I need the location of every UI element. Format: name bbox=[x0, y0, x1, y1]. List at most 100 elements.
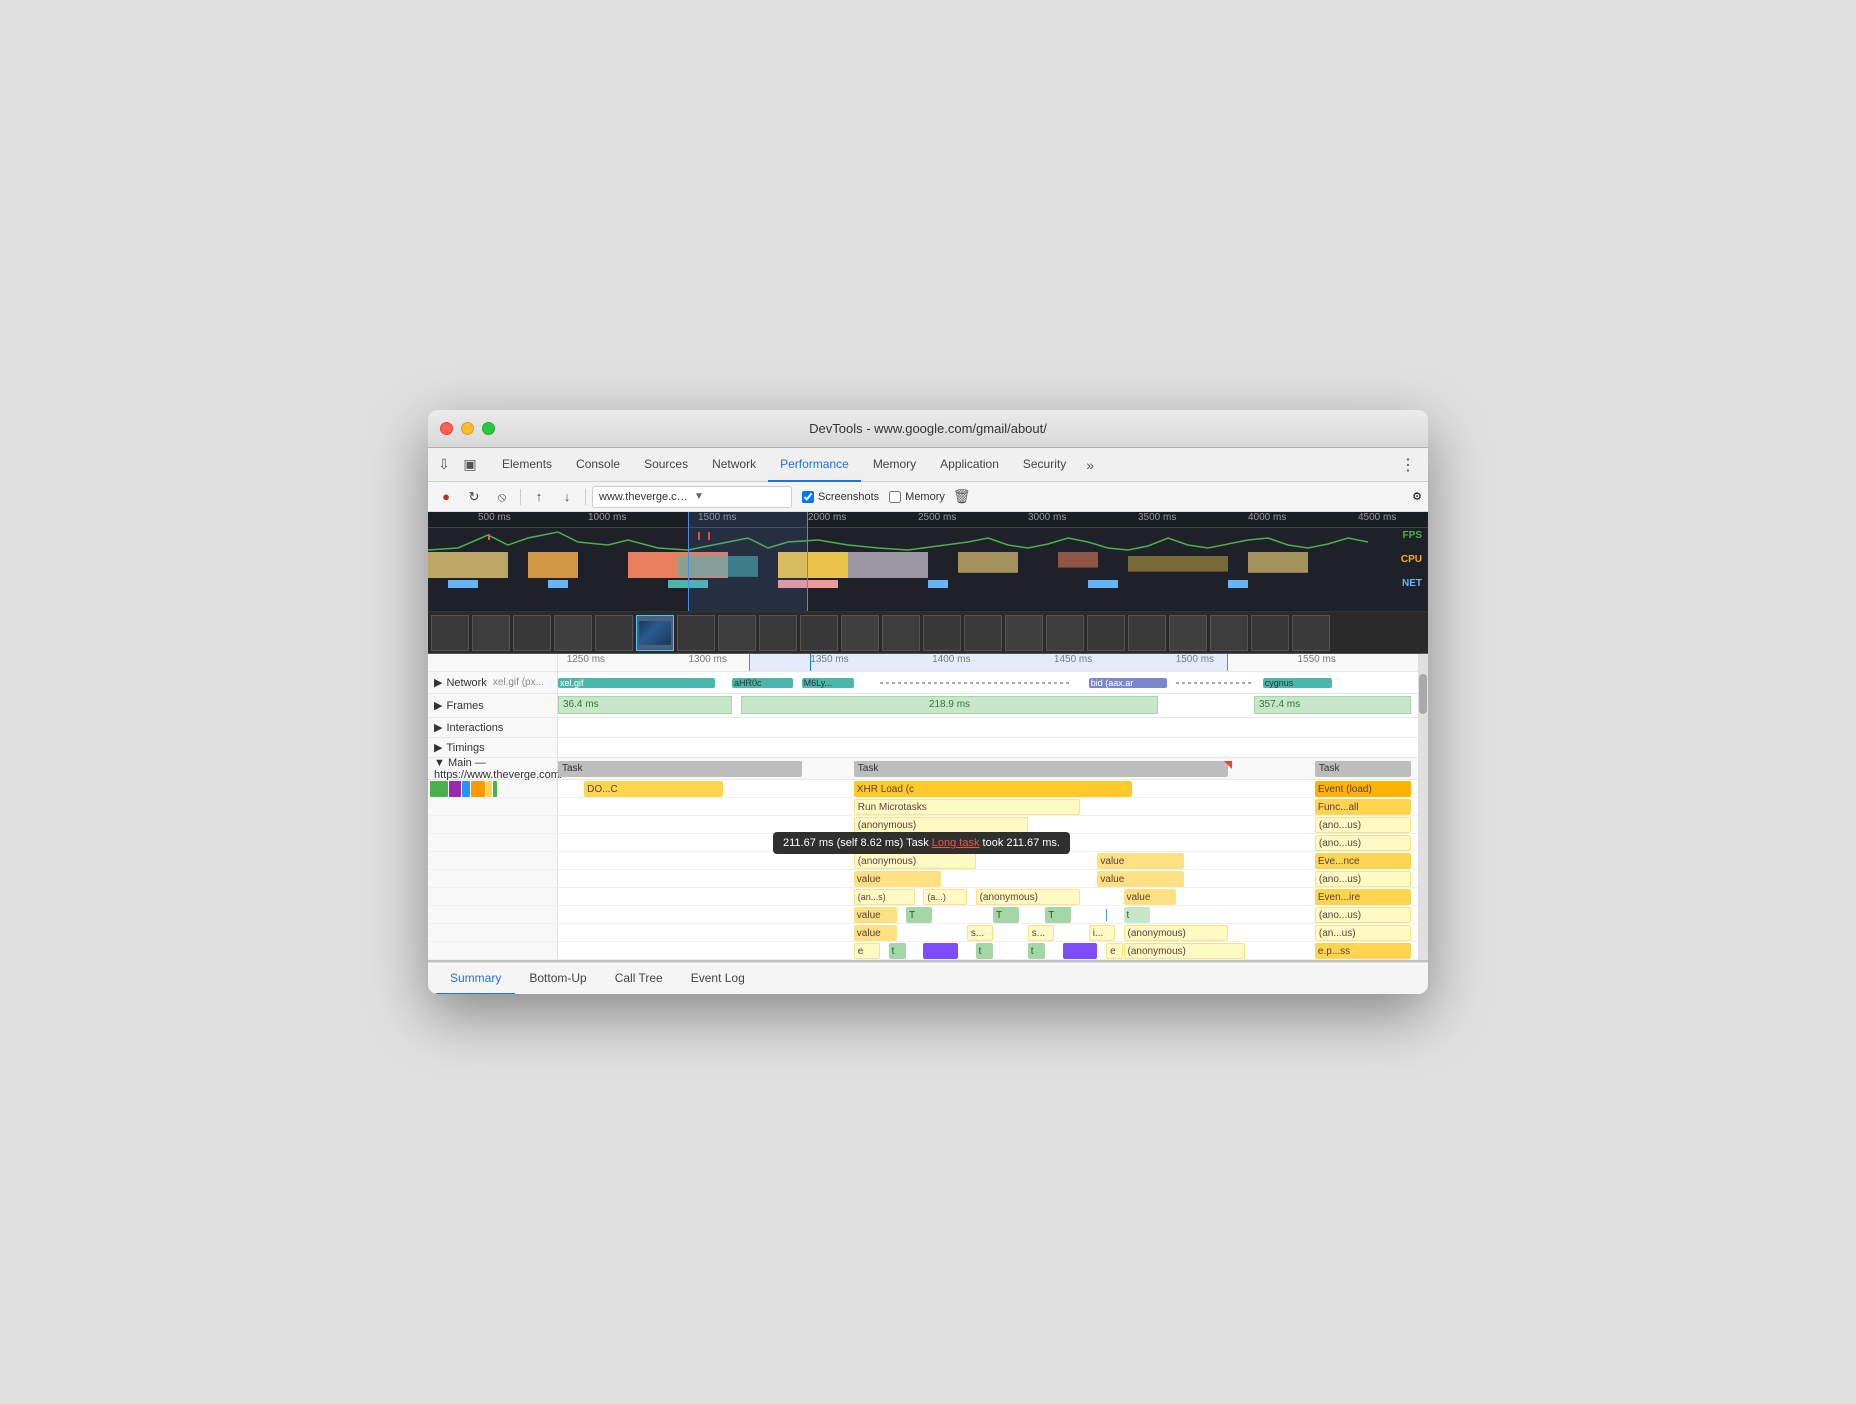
tab-memory[interactable]: Memory bbox=[861, 448, 928, 482]
net-bar-bid[interactable]: bid (aax.ar bbox=[1089, 678, 1167, 688]
flame-an-us-5[interactable]: (an...us) bbox=[1315, 925, 1411, 941]
screenshot-thumb[interactable] bbox=[1128, 615, 1166, 651]
screenshots-checkbox[interactable] bbox=[802, 491, 814, 503]
flame-DO-C[interactable]: DO...C bbox=[584, 781, 723, 797]
flame-an-s[interactable]: (an...s) bbox=[854, 889, 915, 905]
screenshot-thumb[interactable] bbox=[1292, 615, 1330, 651]
tab-elements[interactable]: Elements bbox=[490, 448, 564, 482]
screenshot-thumb[interactable] bbox=[759, 615, 797, 651]
record-button[interactable]: ● bbox=[434, 485, 458, 509]
dock-icon[interactable]: ▣ bbox=[458, 453, 482, 477]
flame-t-row10-1[interactable]: t bbox=[889, 943, 906, 959]
interactions-track-label[interactable]: ▶ Interactions bbox=[428, 718, 558, 737]
flame-T-1[interactable]: T bbox=[906, 907, 932, 923]
tab-sources[interactable]: Sources bbox=[632, 448, 700, 482]
flame-value-1[interactable]: value bbox=[1097, 853, 1184, 869]
scrollbar-track[interactable] bbox=[1418, 654, 1428, 960]
flame-func-all[interactable]: Func...all bbox=[1315, 799, 1411, 815]
flame-value-5[interactable]: value bbox=[854, 907, 898, 923]
tab-application[interactable]: Application bbox=[928, 448, 1011, 482]
flame-value-4[interactable]: value bbox=[1124, 889, 1176, 905]
main-thread-label[interactable]: ▼ Main — https://www.theverge.com/ bbox=[428, 758, 558, 779]
flame-s-1[interactable]: s... bbox=[967, 925, 993, 941]
net-bar-M6Ly[interactable]: M6Ly... bbox=[802, 678, 854, 688]
flame-ano-us-2[interactable]: (ano...us) bbox=[1315, 835, 1411, 851]
tab-more-button[interactable]: » bbox=[1078, 457, 1102, 473]
flame-T-2[interactable]: T bbox=[993, 907, 1019, 923]
reload-button[interactable]: ↻ bbox=[462, 485, 486, 509]
flame-anonymous-3[interactable]: (anonymous) bbox=[976, 889, 1080, 905]
task-block-3[interactable]: Task bbox=[1315, 761, 1411, 777]
flame-e-install[interactable]: e.install bbox=[854, 835, 993, 851]
net-bar-aHR0c[interactable]: aHR0c bbox=[732, 678, 793, 688]
bottom-tab-event-log[interactable]: Event Log bbox=[677, 963, 759, 995]
clear-button[interactable]: ⦸ bbox=[490, 485, 514, 509]
screenshot-thumb[interactable] bbox=[1210, 615, 1248, 651]
flame-e-1[interactable]: e bbox=[854, 943, 880, 959]
flame-event-load[interactable]: Event (load) bbox=[1315, 781, 1411, 797]
scrollbar-thumb[interactable] bbox=[1419, 674, 1427, 714]
screenshot-thumb[interactable] bbox=[1046, 615, 1084, 651]
timeline-overview[interactable]: 500 ms 1000 ms 1500 ms 2000 ms 2500 ms 3… bbox=[428, 512, 1428, 612]
screenshot-thumb[interactable] bbox=[1251, 615, 1289, 651]
flame-purple-1[interactable] bbox=[923, 943, 958, 959]
screenshot-thumb[interactable] bbox=[1087, 615, 1125, 651]
url-input-wrap[interactable]: www.theverge.com #1 ▼ bbox=[592, 486, 792, 508]
screenshot-thumb-highlighted[interactable] bbox=[636, 615, 674, 651]
frames-track-label[interactable]: ▶ Frames bbox=[428, 694, 558, 717]
flame-anonymous-1[interactable]: (anonymous) bbox=[854, 817, 1028, 833]
flame-t-1[interactable]: t bbox=[1124, 907, 1150, 923]
flame-value-3[interactable]: value bbox=[1097, 871, 1184, 887]
flame-XHR-load[interactable]: XHR Load (c bbox=[854, 781, 1132, 797]
tab-security[interactable]: Security bbox=[1011, 448, 1078, 482]
flame-anonymous-5[interactable]: (anonymous) bbox=[1124, 943, 1246, 959]
screenshot-thumb[interactable] bbox=[472, 615, 510, 651]
screenshot-thumb[interactable] bbox=[882, 615, 920, 651]
flame-a[interactable]: (a...) bbox=[923, 889, 967, 905]
settings-button[interactable]: ⚙ bbox=[1412, 490, 1422, 503]
flame-s-2[interactable]: s... bbox=[1028, 925, 1054, 941]
flame-eve-nce[interactable]: Eve...nce bbox=[1315, 853, 1411, 869]
flame-ep-ss[interactable]: e.p...ss bbox=[1315, 943, 1411, 959]
screenshot-thumb[interactable] bbox=[1005, 615, 1043, 651]
screenshot-thumb[interactable] bbox=[1169, 615, 1207, 651]
frame-bar-2[interactable]: 218.9 ms bbox=[741, 696, 1159, 714]
screenshots-checkbox-wrap[interactable]: Screenshots bbox=[802, 491, 879, 503]
memory-checkbox-wrap[interactable]: Memory bbox=[889, 491, 945, 503]
net-bar-1[interactable]: xel.gif bbox=[558, 678, 715, 688]
download-button[interactable]: ↓ bbox=[555, 485, 579, 509]
flame-t-row10-2[interactable]: t bbox=[976, 943, 993, 959]
trash-button[interactable]: 🗑 bbox=[949, 488, 975, 505]
flame-ano-us-4[interactable]: (ano...us) bbox=[1315, 907, 1411, 923]
flame-value-2[interactable]: value bbox=[854, 871, 941, 887]
screenshot-thumb[interactable] bbox=[718, 615, 756, 651]
screenshot-thumb[interactable] bbox=[554, 615, 592, 651]
memory-checkbox[interactable] bbox=[889, 491, 901, 503]
flame-i[interactable]: i... bbox=[1089, 925, 1115, 941]
task-block-1[interactable]: Task bbox=[558, 761, 802, 777]
timings-track-label[interactable]: ▶ Timings bbox=[428, 738, 558, 757]
bottom-tab-bottom-up[interactable]: Bottom-Up bbox=[515, 963, 600, 995]
flame-ano-us-1[interactable]: (ano...us) bbox=[1315, 817, 1411, 833]
maximize-button[interactable] bbox=[482, 422, 495, 435]
frame-bar-1[interactable]: 36.4 ms bbox=[558, 696, 732, 714]
task-block-2[interactable]: Task bbox=[854, 761, 1228, 777]
tab-performance[interactable]: Performance bbox=[768, 448, 861, 482]
flame-anonymous-2[interactable]: (anonymous) bbox=[854, 853, 976, 869]
tab-settings-button[interactable]: ⋮ bbox=[1392, 455, 1424, 475]
tab-console[interactable]: Console bbox=[564, 448, 632, 482]
flame-e-2[interactable]: e bbox=[1106, 943, 1123, 959]
cursor-icon[interactable]: ⇩ bbox=[432, 453, 456, 477]
net-bar-cygnus[interactable]: cygnus bbox=[1263, 678, 1333, 688]
screenshot-thumb[interactable] bbox=[513, 615, 551, 651]
bottom-tab-call-tree[interactable]: Call Tree bbox=[601, 963, 677, 995]
screenshot-thumb[interactable] bbox=[841, 615, 879, 651]
frame-bar-3[interactable]: 357.4 ms bbox=[1254, 696, 1411, 714]
flame-even-ire[interactable]: Even...ire bbox=[1315, 889, 1411, 905]
flame-T-3[interactable]: T bbox=[1045, 907, 1071, 923]
tab-network[interactable]: Network bbox=[700, 448, 768, 482]
upload-button[interactable]: ↑ bbox=[527, 485, 551, 509]
screenshot-thumb[interactable] bbox=[677, 615, 715, 651]
flame-ano-us-3[interactable]: (ano...us) bbox=[1315, 871, 1411, 887]
bottom-tab-summary[interactable]: Summary bbox=[436, 963, 515, 995]
